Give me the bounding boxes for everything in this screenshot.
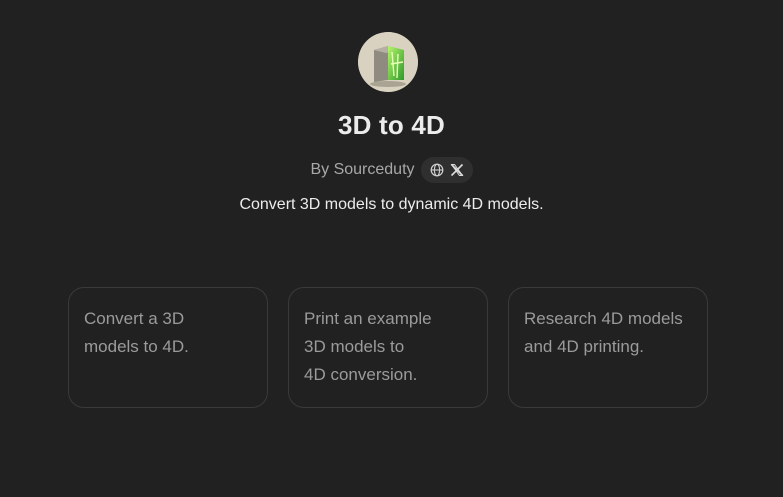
byline: By Sourceduty <box>0 157 783 183</box>
author-name: By Sourceduty <box>310 161 415 178</box>
prompt-card[interactable]: Research 4D models and 4D printing. <box>508 287 708 408</box>
x-icon[interactable] <box>450 163 464 177</box>
prompt-card[interactable]: Convert a 3D models to 4D. <box>68 287 268 408</box>
prompt-card-text: Convert a 3D models to 4D. <box>84 309 189 356</box>
gpt-avatar <box>358 32 418 92</box>
gpt-landing: 3D to 4D By Sourceduty Convert 3D models… <box>0 0 783 497</box>
gpt-description: Convert 3D models to dynamic 4D models. <box>239 196 544 213</box>
prompt-card-text: Research 4D models and 4D printing. <box>524 309 683 356</box>
social-links[interactable] <box>420 157 473 183</box>
prompt-card-text: Print an example 3D models to 4D convers… <box>304 309 432 384</box>
globe-icon[interactable] <box>430 163 444 177</box>
prompt-card[interactable]: Print an example 3D models to 4D convers… <box>288 287 488 408</box>
gpt-title: 3D to 4D <box>337 110 446 140</box>
